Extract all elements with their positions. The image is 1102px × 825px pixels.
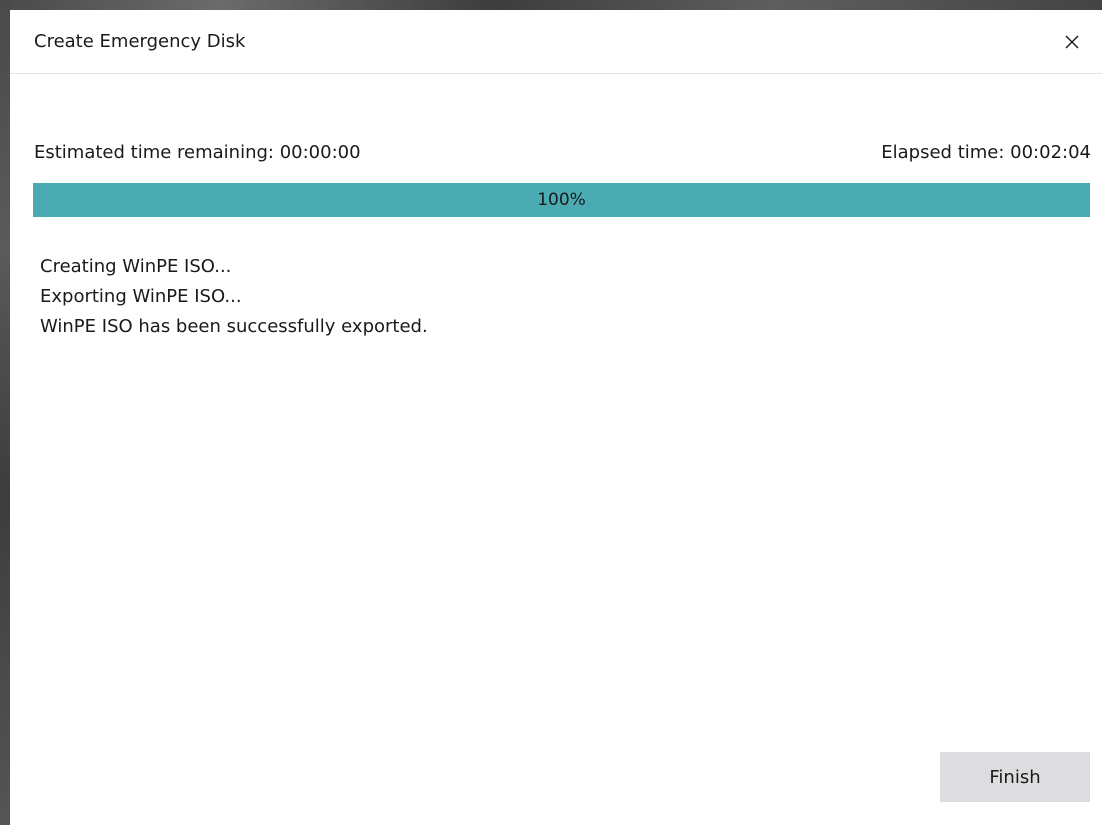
background-strip-left: [0, 0, 10, 825]
dialog-title: Create Emergency Disk: [34, 31, 246, 52]
elapsed-time: Elapsed time: 00:02:04: [881, 142, 1091, 163]
background-strip-top: [0, 0, 1102, 10]
log-line: WinPE ISO has been successfully exported…: [40, 316, 428, 337]
create-emergency-disk-dialog: Create Emergency Disk Estimated time rem…: [10, 10, 1102, 825]
progress-percent: 100%: [537, 190, 586, 210]
progress-bar: 100%: [33, 183, 1090, 217]
title-bar: Create Emergency Disk: [10, 10, 1102, 74]
finish-button[interactable]: Finish: [940, 752, 1090, 802]
log-line: Exporting WinPE ISO...: [40, 286, 242, 307]
log-output: Creating WinPE ISO... Exporting WinPE IS…: [40, 252, 428, 342]
time-status-row: Estimated time remaining: 00:00:00 Elaps…: [34, 141, 1091, 165]
close-icon: [1065, 35, 1079, 49]
estimated-time-remaining: Estimated time remaining: 00:00:00: [34, 142, 361, 163]
log-line: Creating WinPE ISO...: [40, 256, 232, 277]
close-button[interactable]: [1052, 24, 1092, 60]
